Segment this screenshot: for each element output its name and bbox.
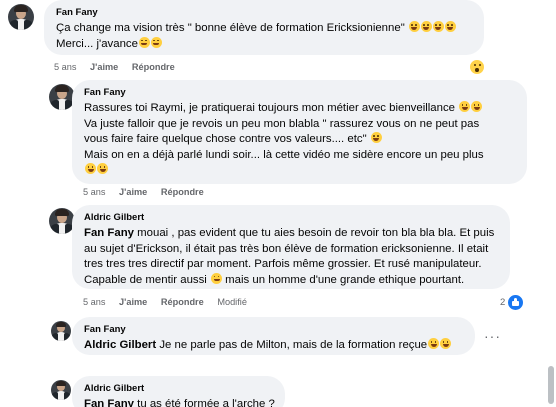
scrollbar-thumb[interactable] (548, 366, 554, 404)
avatar[interactable] (8, 4, 34, 30)
emoji-icon (420, 21, 432, 32)
like-link[interactable]: J'aime (119, 297, 147, 307)
comment-line: Capable de mentir aussi mais un homme d'… (84, 272, 465, 286)
emoji-icon (408, 21, 420, 32)
emoji-icon (85, 163, 96, 175)
scrollbar[interactable] (544, 0, 556, 407)
reply-link[interactable]: Répondre (161, 297, 204, 307)
emoji-icon (459, 101, 471, 112)
comment-line (84, 163, 515, 179)
mention-link[interactable]: Fan Fany (84, 227, 134, 239)
comment-author[interactable]: Fan Fany (84, 87, 515, 99)
comment-line: Aldric Gilbert Je ne parle pas de Milton… (84, 338, 463, 354)
edited-label: Modifié (217, 297, 247, 307)
timestamp[interactable]: 5 ans (54, 62, 76, 72)
comment-line: Fan Fany tu as été formée a l'arche ? (84, 397, 275, 407)
emoji-icon (138, 36, 150, 48)
emoji-icon (97, 163, 108, 175)
emoji-icon (428, 338, 440, 349)
reaction-count[interactable]: 2 (500, 295, 524, 310)
comment-bubble: Fan Fany Rassures toi Raymi, je pratique… (72, 80, 527, 184)
avatar[interactable] (51, 321, 71, 341)
more-options-icon[interactable]: ··· (484, 329, 501, 343)
avatar[interactable] (51, 380, 71, 400)
emoji-icon (150, 36, 162, 48)
comment-author[interactable]: Aldric Gilbert (84, 212, 498, 224)
like-icon (508, 295, 524, 310)
comment-author[interactable]: Fan Fany (56, 7, 472, 19)
comment-meta: 5 ans J'aime Répondre (83, 187, 215, 197)
comment-line: Va juste falloir que je revois un peu mo… (84, 117, 480, 130)
emoji-icon (444, 21, 456, 32)
comment-line: Rassures toi Raymi, je pratiquerai toujo… (84, 101, 515, 117)
comment-meta: 5 ans J'aime Répondre Modifié (83, 297, 258, 307)
reply-link[interactable]: Répondre (161, 187, 204, 197)
reply-link[interactable]: Répondre (132, 62, 175, 72)
comment-line: Merci... j'avance (56, 36, 472, 53)
mention-link[interactable]: Fan Fany (84, 398, 134, 407)
mention-link[interactable]: Aldric Gilbert (84, 339, 156, 351)
comment-bubble: Aldric Gilbert Fan Fany tu as été formée… (72, 376, 285, 407)
comment-line: Fan Fany mouai , pas evident que tu aies… (84, 227, 495, 239)
comment-line: Mais on en a déjà parlé lundi soir... là… (84, 148, 484, 161)
like-link[interactable]: J'aime (90, 62, 118, 72)
comment-author[interactable]: Aldric Gilbert (84, 383, 273, 395)
emoji-icon (370, 132, 382, 144)
comment-bubble: Fan Fany Aldric Gilbert Je ne parle pas … (72, 317, 475, 355)
timestamp[interactable]: 5 ans (83, 297, 105, 307)
wow-reaction-icon[interactable] (469, 59, 485, 75)
comment-line: au sujet d'Erickson, il était pas très b… (84, 242, 489, 255)
emoji-icon (471, 101, 483, 112)
emoji-icon (440, 338, 452, 349)
like-count: 2 (500, 297, 506, 308)
emoji-icon (211, 272, 223, 284)
comment-meta: 5 ans J'aime Répondre (54, 62, 186, 72)
timestamp[interactable]: 5 ans (83, 187, 105, 197)
comment-line: Ça change ma vision très " bonne élève d… (56, 21, 472, 37)
emoji-icon (432, 21, 444, 32)
comment-line: tres tres tres directif par moment. Parf… (84, 258, 482, 271)
like-link[interactable]: J'aime (119, 187, 147, 197)
comment-bubble: Aldric Gilbert Fan Fany mouai , pas evid… (72, 205, 510, 289)
comment-bubble: Fan Fany Ça change ma vision très " bonn… (44, 0, 484, 55)
comment-line: vous faire faire quelque chose contre vo… (84, 132, 515, 148)
comment-author[interactable]: Fan Fany (84, 324, 463, 336)
